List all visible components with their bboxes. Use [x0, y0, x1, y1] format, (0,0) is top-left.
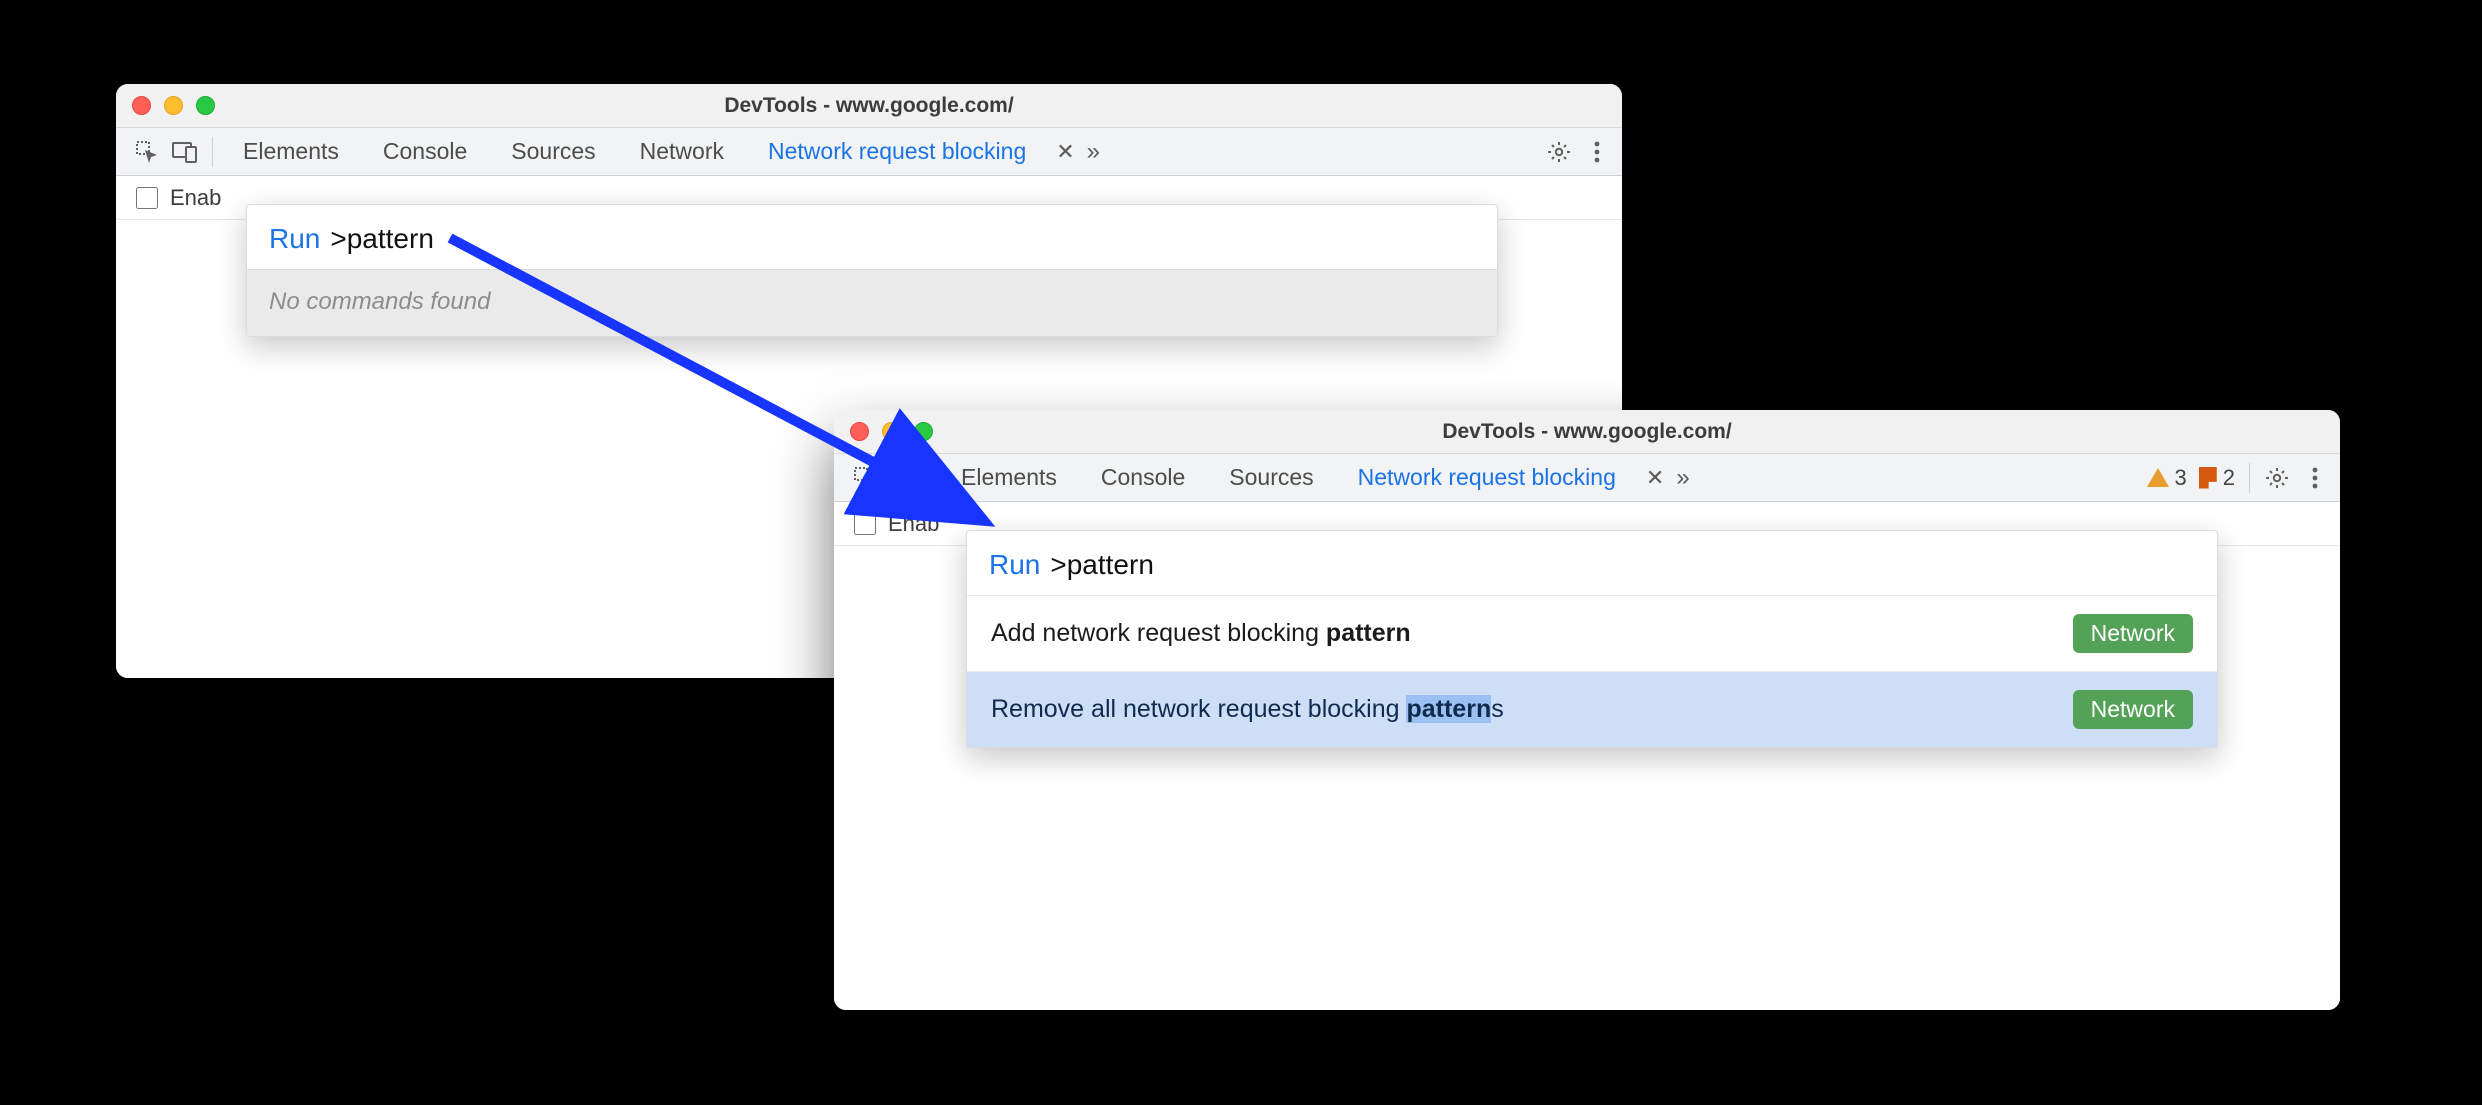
device-toggle-icon[interactable]	[168, 135, 202, 169]
tab-elements[interactable]: Elements	[223, 128, 359, 175]
issues-count: 2	[2223, 465, 2235, 491]
command-item-label: Add network request blocking pattern	[991, 619, 1411, 648]
tab-network-request-blocking[interactable]: Network request blocking	[748, 128, 1046, 175]
command-item-category: Network	[2073, 614, 2193, 653]
kebab-icon[interactable]	[2298, 461, 2332, 495]
tab-elements[interactable]: Elements	[941, 454, 1077, 501]
zoom-icon[interactable]	[914, 422, 933, 441]
device-toggle-icon[interactable]	[886, 461, 920, 495]
enable-blocking-label: Enab	[170, 185, 221, 211]
inspect-icon[interactable]	[130, 135, 164, 169]
command-prefix: Run	[269, 223, 320, 255]
command-palette: Run >pattern Add network request blockin…	[966, 530, 2218, 748]
enable-blocking-checkbox[interactable]	[136, 187, 158, 209]
command-item[interactable]: Remove all network request blocking patt…	[967, 671, 2217, 747]
warning-icon	[2147, 468, 2169, 487]
tab-close-icon[interactable]: ✕	[1640, 465, 1670, 491]
command-item[interactable]: Add network request blocking pattern Netw…	[967, 595, 2217, 671]
tab-network-request-blocking[interactable]: Network request blocking	[1338, 454, 1636, 501]
command-palette: Run >pattern No commands found	[246, 204, 1498, 337]
window-title: DevTools - www.google.com/	[834, 420, 2340, 444]
window-title: DevTools - www.google.com/	[116, 94, 1622, 118]
zoom-icon[interactable]	[196, 96, 215, 115]
command-prefix: Run	[989, 549, 1040, 581]
tab-close-icon[interactable]: ✕	[1050, 139, 1080, 165]
tab-sources[interactable]: Sources	[1209, 454, 1333, 501]
traffic-lights	[850, 422, 933, 441]
command-empty: No commands found	[247, 270, 1497, 336]
enable-blocking-label: Enab	[888, 511, 939, 537]
minimize-icon[interactable]	[164, 96, 183, 115]
titlebar: DevTools - www.google.com/	[834, 410, 2340, 454]
warning-count: 3	[2175, 465, 2187, 491]
gear-icon[interactable]	[1542, 135, 1576, 169]
tab-console[interactable]: Console	[363, 128, 487, 175]
tab-network[interactable]: Network	[620, 128, 744, 175]
enable-blocking-checkbox[interactable]	[854, 513, 876, 535]
titlebar: DevTools - www.google.com/	[116, 84, 1622, 128]
command-query: >pattern	[330, 223, 434, 255]
gear-icon[interactable]	[2260, 461, 2294, 495]
devtools-tabstrip: Elements Console Sources Network Network…	[116, 128, 1622, 176]
more-tabs-icon[interactable]: »	[1085, 138, 1096, 166]
close-icon[interactable]	[132, 96, 151, 115]
close-icon[interactable]	[850, 422, 869, 441]
issues-icon	[2199, 467, 2217, 489]
separator	[212, 137, 213, 167]
inspect-icon[interactable]	[848, 461, 882, 495]
separator	[930, 463, 931, 493]
traffic-lights	[132, 96, 215, 115]
separator	[2249, 463, 2250, 493]
devtools-tabstrip: Elements Console Sources Network request…	[834, 454, 2340, 502]
command-item-label: Remove all network request blocking patt…	[991, 695, 1504, 724]
warning-badge[interactable]: 3	[2143, 465, 2191, 491]
command-input[interactable]: Run >pattern	[247, 205, 1497, 269]
minimize-icon[interactable]	[882, 422, 901, 441]
kebab-icon[interactable]	[1580, 135, 1614, 169]
tab-console[interactable]: Console	[1081, 454, 1205, 501]
command-item-category: Network	[2073, 690, 2193, 729]
command-input[interactable]: Run >pattern	[967, 531, 2217, 595]
tab-sources[interactable]: Sources	[491, 128, 615, 175]
issues-badge[interactable]: 2	[2195, 465, 2239, 491]
command-query: >pattern	[1050, 549, 1154, 581]
more-tabs-icon[interactable]: »	[1674, 464, 1685, 492]
